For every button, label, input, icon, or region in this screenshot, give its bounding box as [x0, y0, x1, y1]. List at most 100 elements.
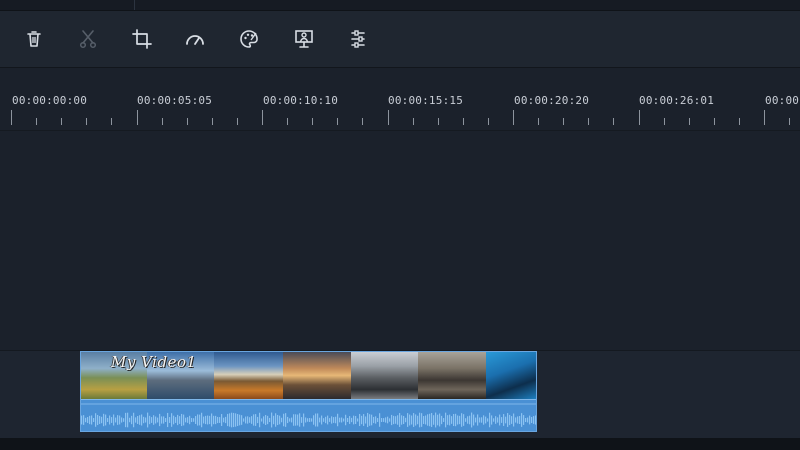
waveform-bar [505, 416, 507, 424]
waveform-bar [533, 416, 535, 424]
waveform-bar [93, 418, 95, 422]
waveform-bar [105, 414, 107, 426]
waveform-bar [273, 415, 275, 425]
waveform-bar [439, 413, 441, 427]
color-button[interactable] [235, 25, 263, 53]
speed-button[interactable] [181, 25, 209, 53]
audio-waveform [81, 400, 536, 431]
waveform-bar [309, 418, 311, 422]
waveform-bar [233, 412, 235, 428]
waveform-bar [329, 418, 331, 422]
waveform-bar [373, 416, 375, 424]
waveform-bar [449, 414, 451, 426]
waveform-bar [317, 413, 319, 427]
waveform-bar [291, 417, 293, 423]
waveform-bar [485, 416, 487, 424]
waveform-bar [339, 417, 341, 423]
waveform-bar [353, 415, 355, 425]
waveform-bar [215, 415, 217, 425]
waveform-bar [173, 415, 175, 425]
waveform-bar [227, 413, 229, 427]
waveform-bar [429, 413, 431, 427]
waveform-bar [175, 417, 177, 423]
waveform-bar [377, 418, 379, 422]
waveform-bar [319, 417, 321, 423]
waveform-bar [441, 415, 443, 425]
waveform-bar [201, 412, 203, 428]
waveform-bar [179, 416, 181, 424]
waveform-bar [491, 415, 493, 425]
waveform-bar [367, 412, 369, 428]
waveform-bar [241, 415, 243, 425]
waveform-bar [259, 412, 261, 428]
waveform-bar [477, 414, 479, 426]
delete-button[interactable] [20, 25, 48, 53]
waveform-bar [217, 416, 219, 424]
waveform-bar [253, 414, 255, 426]
waveform-bar [311, 418, 313, 422]
waveform-bar [185, 417, 187, 423]
waveform-bar [285, 413, 287, 427]
waveform-bar [409, 414, 411, 426]
waveform-bar [187, 417, 189, 423]
waveform-bar [163, 416, 165, 424]
waveform-bar [389, 418, 391, 422]
waveform-bar [245, 416, 247, 424]
waveform-bar [219, 417, 221, 423]
waveform-bar [113, 414, 115, 426]
waveform-bar [453, 413, 455, 427]
waveform-bar [531, 416, 533, 424]
waveform-bar [127, 412, 129, 428]
waveform-bar [249, 417, 251, 423]
waveform-bar [117, 415, 119, 425]
waveform-bar [135, 417, 137, 423]
waveform-bar [473, 414, 475, 426]
waveform-bar [109, 415, 111, 425]
ruler-ticks [11, 110, 790, 125]
waveform-bar [465, 418, 467, 422]
waveform-bar [371, 414, 373, 426]
timeline-ruler[interactable]: 00:00:00:00 00:00:05:05 00:00:10:10 00:0… [0, 68, 800, 131]
waveform-bar [265, 414, 267, 426]
waveform-bar [237, 414, 239, 426]
waveform-bar [501, 417, 503, 423]
scissors-icon [79, 30, 97, 49]
waveform-bar [89, 415, 91, 425]
waveform-bar [431, 413, 433, 427]
waveform-bar [407, 413, 409, 427]
waveform-bar [443, 418, 445, 422]
waveform-bar [145, 417, 147, 423]
waveform-bar [203, 416, 205, 424]
waveform-bar [193, 418, 195, 422]
waveform-bar [489, 412, 491, 428]
waveform-bar [267, 415, 269, 425]
waveform-bar [399, 413, 401, 427]
waveform-bar [97, 414, 99, 426]
split-button[interactable] [74, 25, 102, 53]
waveform-bar [461, 413, 463, 427]
waveform-bar [277, 414, 279, 426]
waveform-bar [133, 412, 135, 428]
waveform-bar [183, 414, 185, 426]
waveform-bar [205, 415, 207, 425]
green-screen-button[interactable] [290, 25, 318, 53]
waveform-bar [479, 417, 481, 423]
waveform-bar [369, 414, 371, 426]
waveform-bar [365, 416, 367, 424]
waveform-bar [263, 416, 265, 424]
waveform-bar [229, 413, 231, 427]
adjust-button[interactable] [344, 25, 372, 53]
waveform-bar [523, 415, 525, 425]
video-track-area[interactable] [0, 131, 800, 350]
waveform-bar [269, 417, 271, 423]
waveform-bar [457, 415, 459, 425]
thumbnail-frame [214, 352, 283, 399]
waveform-bar [383, 418, 385, 422]
waveform-bar [499, 414, 501, 426]
waveform-bar [283, 413, 285, 427]
waveform-bar [121, 417, 123, 423]
video-clip[interactable]: My Video1 [80, 351, 537, 432]
waveform-bar [357, 418, 359, 422]
waveform-bar [487, 418, 489, 422]
crop-button[interactable] [128, 25, 156, 53]
